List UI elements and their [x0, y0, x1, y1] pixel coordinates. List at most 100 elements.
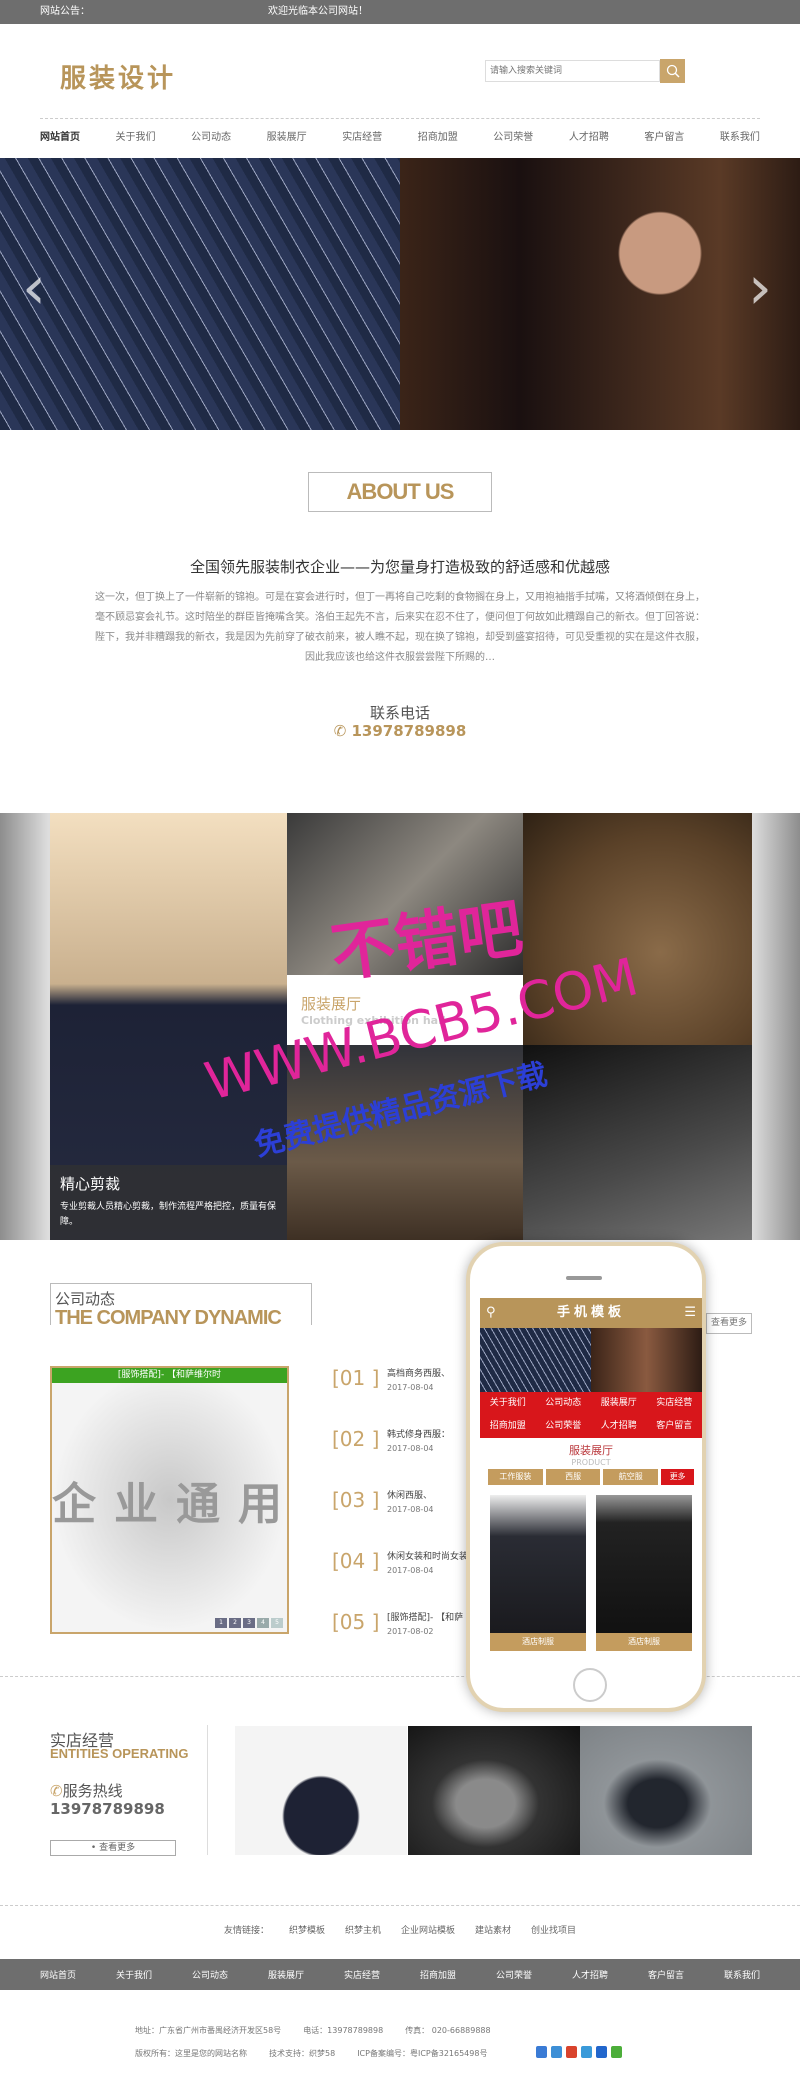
friend-link[interactable]: 创业找项目 [531, 1923, 576, 1936]
hero-banner [0, 158, 800, 430]
slide-page[interactable]: 4 [257, 1618, 269, 1628]
store-image[interactable] [235, 1726, 407, 1855]
friend-link[interactable]: 织梦模板 [289, 1923, 325, 1936]
mobile-menu-item[interactable]: 实店经营 [647, 1392, 703, 1415]
mobile-menu-item[interactable]: 公司荣誉 [536, 1415, 592, 1438]
footer-nav-item[interactable]: 关于我们 [116, 1968, 152, 1981]
mobile-menu-item[interactable]: 关于我们 [480, 1392, 536, 1415]
footer-support: 技术支持：织梦58 [269, 2049, 336, 2058]
nav-item[interactable]: 联系我们 [720, 128, 760, 143]
mobile-menu-item[interactable]: 招商加盟 [480, 1415, 536, 1438]
footer-address: 地址：广东省广州市番禺经济开发区58号 [135, 2026, 282, 2035]
share-wechat-icon[interactable] [611, 2046, 622, 2058]
news-number: [03 ] [332, 1488, 380, 1512]
mobile-template-mockup: ⚲ 手机模板 ☰ 关于我们 公司动态 服装展厅 实店经营 招商加盟 公司荣誉 人才招聘 客户留言 … [466, 1242, 706, 1712]
share-more-icon[interactable] [536, 2046, 547, 2058]
contact-phone: ✆ 13978789898 [0, 722, 800, 740]
site-logo[interactable]: 服装设计 [60, 58, 176, 95]
footer-nav-item[interactable]: 服装展厅 [268, 1968, 304, 1981]
slide-pagination: 12345 [215, 1618, 283, 1628]
mobile-header: ⚲ 手机模板 ☰ [480, 1298, 702, 1328]
search-button[interactable] [660, 59, 685, 83]
footer-icp: ICP备案编号：粤ICP备32165498号 [357, 2049, 488, 2058]
product-label: 酒店制服 [596, 1633, 692, 1651]
phone-speaker [566, 1276, 602, 1280]
banner-image-man [400, 158, 800, 430]
mobile-menu-item[interactable]: 公司动态 [536, 1392, 592, 1415]
divider [40, 118, 760, 119]
footer-nav-item[interactable]: 人才招聘 [572, 1968, 608, 1981]
share-icons [536, 2046, 622, 2058]
footer-copyright: 版权所有：这里是您的网站名称 [135, 2049, 247, 2058]
news-number: [01 ] [332, 1366, 380, 1390]
mobile-menu-item[interactable]: 人才招聘 [591, 1415, 647, 1438]
nav-item[interactable]: 公司荣誉 [493, 128, 533, 143]
mobile-menu-item[interactable]: 客户留言 [647, 1415, 703, 1438]
nav-item[interactable]: 人才招聘 [569, 128, 609, 143]
product-image [596, 1495, 692, 1633]
nav-item[interactable]: 关于我们 [116, 128, 156, 143]
dynamic-title-zh: 公司动态 [55, 1290, 116, 1308]
share-tencent-icon[interactable] [581, 2046, 592, 2058]
gallery-caption: 精心剪裁 专业剪裁人员精心剪裁，制作流程严格把控，质量有保障。 [50, 1165, 287, 1240]
slide-page[interactable]: 2 [229, 1618, 241, 1628]
next-arrow-icon[interactable]: › [748, 258, 772, 318]
slide-page[interactable]: 5 [271, 1618, 283, 1628]
mobile-screen: ⚲ 手机模板 ☰ 关于我们 公司动态 服装展厅 实店经营 招商加盟 公司荣誉 人才招聘 客户留言 … [480, 1298, 702, 1660]
footer-nav-item[interactable]: 实店经营 [344, 1968, 380, 1981]
nav-item[interactable]: 公司动态 [191, 128, 231, 143]
nav-item[interactable]: 客户留言 [644, 128, 684, 143]
search-input[interactable] [485, 60, 660, 82]
share-weibo-icon[interactable] [566, 2046, 577, 2058]
mobile-products: 酒店制服 酒店制服 [480, 1487, 702, 1659]
view-more-button[interactable]: 查看更多 [706, 1313, 752, 1334]
footer-nav-item[interactable]: 公司荣誉 [496, 1968, 532, 1981]
footer-nav-item[interactable]: 招商加盟 [420, 1968, 456, 1981]
friend-link[interactable]: 建站素材 [475, 1923, 511, 1936]
gallery-image-suits[interactable] [523, 1045, 752, 1240]
mobile-product[interactable]: 酒店制服 [490, 1495, 586, 1651]
footer-fax: 传真： 020-66889888 [405, 2026, 491, 2035]
home-button-icon [573, 1668, 607, 1702]
mobile-title: 手机模板 [556, 1305, 625, 1320]
nav-item[interactable]: 实店经营 [342, 128, 382, 143]
nav-item[interactable]: 网站首页 [40, 128, 80, 143]
nav-item[interactable]: 招商加盟 [418, 128, 458, 143]
store-image[interactable] [408, 1726, 580, 1855]
friend-link[interactable]: 织梦主机 [345, 1923, 381, 1936]
mobile-menu-item[interactable]: 服装展厅 [591, 1392, 647, 1415]
mobile-tabs: 工作服装 西服 航空服 更多 [480, 1467, 702, 1487]
mobile-tab[interactable]: 航空服 [603, 1469, 659, 1485]
mobile-tab[interactable]: 更多 [661, 1469, 694, 1485]
search-icon: ⚲ [486, 1305, 500, 1320]
friend-links: 友情链接： 织梦模板 织梦主机 企业网站模板 建站素材 创业找项目 [0, 1923, 800, 1936]
share-qzone-icon[interactable] [551, 2046, 562, 2058]
divider [207, 1725, 208, 1855]
mobile-product[interactable]: 酒店制服 [596, 1495, 692, 1651]
contact-label: 联系电话 [369, 704, 430, 722]
slide-page[interactable]: 3 [243, 1618, 255, 1628]
footer-legal: 版权所有：这里是您的网站名称 技术支持：织梦58 ICP备案编号：粤ICP备3216… [135, 2048, 487, 2059]
footer-nav-item[interactable]: 公司动态 [192, 1968, 228, 1981]
news-slideshow[interactable]: [服饰搭配]- 【和萨维尔时 企业通用 12345 [50, 1366, 289, 1634]
mobile-tab[interactable]: 西服 [545, 1469, 601, 1485]
phone-icon: ✆ [50, 1782, 63, 1800]
footer-nav: 网站首页 关于我们 公司动态 服装展厅 实店经营 招商加盟 公司荣誉 人才招聘 客户留言 联系我们 [0, 1959, 800, 1990]
friend-link[interactable]: 企业网站模板 [401, 1923, 455, 1936]
mobile-tab[interactable]: 工作服装 [488, 1469, 543, 1485]
store-image[interactable] [580, 1726, 752, 1855]
slide-title[interactable]: [服饰搭配]- 【和萨维尔时 [52, 1368, 287, 1383]
news-number: [02 ] [332, 1427, 380, 1451]
about-title: ABOUT US [308, 472, 492, 512]
footer-nav-item[interactable]: 网站首页 [40, 1968, 76, 1981]
share-renren-icon[interactable] [596, 2046, 607, 2058]
view-more-button[interactable]: • 查看更多 [50, 1840, 176, 1856]
slide-image-text: 企业通用 [52, 1479, 287, 1530]
footer-nav-item[interactable]: 客户留言 [648, 1968, 684, 1981]
prev-arrow-icon[interactable]: ‹ [22, 258, 46, 318]
caption-title: 精心剪裁 [60, 1175, 121, 1193]
mobile-section-subtitle: PRODUCT [571, 1458, 611, 1467]
footer-nav-item[interactable]: 联系我们 [724, 1968, 760, 1981]
nav-item[interactable]: 服装展厅 [267, 128, 307, 143]
slide-page[interactable]: 1 [215, 1618, 227, 1628]
